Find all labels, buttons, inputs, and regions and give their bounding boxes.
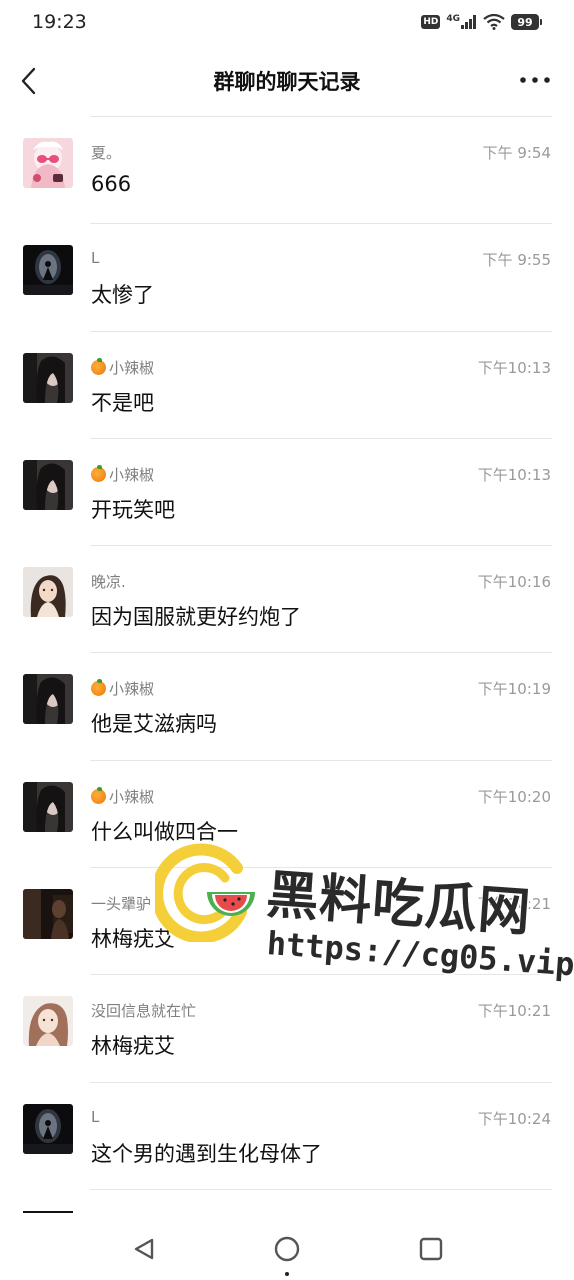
message-text: 他是艾滋病吗 [91, 712, 217, 737]
message-text: 666 [91, 172, 132, 196]
avatar[interactable] [23, 567, 73, 618]
message-time: 下午10:13 [477, 465, 551, 484]
sender-name: L [91, 249, 100, 268]
sender-name: 小辣椒 [91, 357, 154, 378]
message-text: 不是吧 [91, 390, 154, 415]
message-time: 下午10:13 [477, 358, 551, 377]
cellular-signal-icon: 4G [446, 14, 477, 29]
message-text: 林梅疣艾 [91, 927, 175, 952]
message-time: 下午10:21 [477, 895, 551, 914]
list-item[interactable]: 小辣椒 下午10:13 开玩笑吧 [0, 437, 574, 545]
sender-name: L [91, 1107, 100, 1126]
system-navigation-bar [0, 1218, 574, 1280]
message-time: 下午10:19 [477, 680, 551, 699]
sender-name: 夏。 [91, 144, 122, 162]
message-text: 什么叫做四合一 [91, 819, 238, 844]
status-bar: 19:23 HD 4G 99 [0, 0, 574, 44]
orange-emoji-icon [91, 786, 106, 804]
message-time: 下午10:16 [477, 573, 551, 592]
sender-name: 晚凉. [91, 573, 126, 592]
sender-name: 小辣椒 [91, 464, 154, 485]
message-text: 这个男的遇到生化母体了 [91, 1141, 322, 1166]
wifi-icon [483, 14, 505, 30]
orange-emoji-icon [91, 357, 106, 375]
orange-emoji-icon [91, 679, 106, 697]
network-type: 4G [446, 14, 460, 24]
avatar[interactable] [23, 781, 73, 832]
message-text: 太惨了 [91, 283, 154, 308]
message-time: 下午10:21 [477, 1002, 551, 1021]
avatar[interactable] [23, 674, 73, 725]
list-item[interactable]: 小辣椒 下午10:19 他是艾滋病吗 [0, 652, 574, 759]
list-item[interactable]: 一头犟驴 下午10:21 林梅疣艾 [0, 867, 574, 974]
avatar[interactable] [23, 245, 73, 296]
circle-home-icon[interactable] [272, 1234, 302, 1264]
avatar[interactable] [23, 996, 73, 1047]
message-time: 下午 9:54 [482, 144, 551, 162]
list-item[interactable]: L 下午10:24 这个男的遇到生化母体了 [0, 1081, 574, 1189]
nav-bar: 群聊的聊天记录 [0, 50, 574, 112]
battery-icon: 99 [511, 14, 542, 30]
list-item[interactable]: 夏。 下午 9:54 666 [0, 116, 574, 223]
chevron-left-icon[interactable] [16, 64, 44, 98]
list-item[interactable]: L 下午 9:55 太惨了 [0, 223, 574, 330]
hd-icon: HD [421, 15, 441, 29]
list-item[interactable]: 小辣椒 下午10:20 什么叫做四合一 [0, 759, 574, 867]
chat-record-list: 夏。 下午 9:54 666 L 下午 9:55 太惨了 小辣椒 下午10:13… [0, 116, 574, 1280]
message-time: 下午 9:55 [482, 251, 551, 270]
avatar[interactable] [23, 889, 73, 940]
sender-name: 没回信息就在忙 [91, 1002, 197, 1021]
message-text: 因为国服就更好约炮了 [91, 605, 301, 630]
status-icons: HD 4G 99 [421, 14, 542, 30]
avatar[interactable] [23, 352, 73, 403]
message-text: 开玩笑吧 [91, 497, 175, 522]
partial-avatar-edge [23, 1211, 73, 1213]
message-time: 下午10:20 [477, 787, 551, 806]
list-item[interactable]: 晚凉. 下午10:16 因为国服就更好约炮了 [0, 545, 574, 652]
message-time: 下午10:24 [477, 1109, 551, 1128]
triangle-back-icon[interactable] [130, 1234, 158, 1264]
message-text: 林梅疣艾 [91, 1034, 175, 1059]
more-dots-icon[interactable] [518, 68, 552, 92]
avatar[interactable] [23, 138, 73, 188]
status-time: 19:23 [32, 11, 87, 33]
sender-name: 小辣椒 [91, 678, 154, 699]
page-title: 群聊的聊天记录 [213, 70, 361, 94]
indicator-dot [285, 1272, 289, 1276]
list-item[interactable]: 没回信息就在忙 下午10:21 林梅疣艾 [0, 974, 574, 1081]
square-recent-icon[interactable] [418, 1236, 444, 1262]
avatar[interactable] [23, 459, 73, 510]
list-item[interactable]: 小辣椒 下午10:13 不是吧 [0, 330, 574, 438]
orange-emoji-icon [91, 464, 106, 482]
sender-name: 小辣椒 [91, 786, 154, 807]
sender-name: 一头犟驴 [91, 895, 152, 914]
avatar[interactable] [23, 1103, 73, 1154]
battery-level: 99 [511, 14, 539, 30]
